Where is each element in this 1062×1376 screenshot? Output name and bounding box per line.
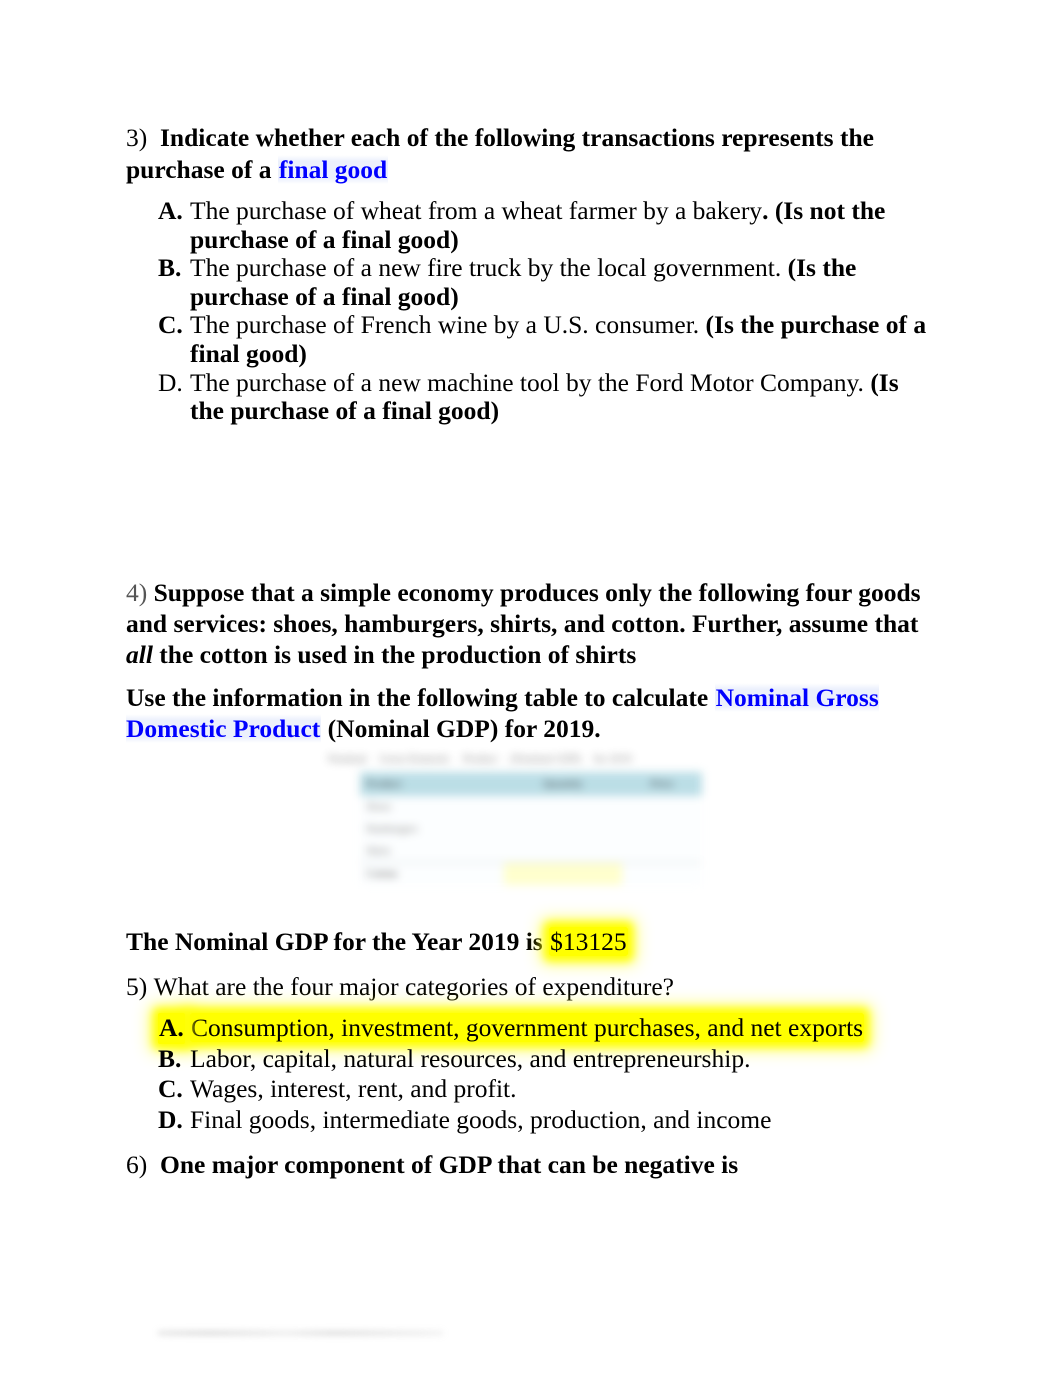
question-6-stem: 6) One major component of GDP that can b… bbox=[126, 1149, 926, 1181]
instruction-lead: Use the information in the following tab… bbox=[126, 683, 715, 712]
answer-value-highlight: $13125 bbox=[549, 927, 628, 956]
table-cell-price bbox=[622, 796, 702, 818]
question-4-stem-italic: all bbox=[126, 640, 153, 669]
table-header-quantity: Quantity bbox=[504, 772, 623, 796]
option-a-text: Consumption, investment, government purc… bbox=[190, 1013, 865, 1042]
option-b[interactable]: B. The purchase of a new fire truck by t… bbox=[158, 253, 938, 311]
option-a[interactable]: A. The purchase of wheat from a wheat fa… bbox=[158, 196, 938, 254]
caption-fragment: Gross Domestic bbox=[379, 752, 451, 765]
question-5-stem-text: What are the four major categories of ex… bbox=[153, 972, 674, 1001]
option-c[interactable]: C. Wages, interest, rent, and profit. bbox=[158, 1074, 918, 1105]
option-d-marker: D. bbox=[158, 1104, 183, 1134]
question-4-stem: 4) Suppose that a simple economy produce… bbox=[126, 577, 926, 670]
question-6-stem-text: One major component of GDP that can be n… bbox=[160, 1150, 739, 1179]
gdp-table-figure: Nominal Gross Domestic Product (Nominal … bbox=[322, 748, 740, 914]
option-d-text: Final goods, intermediate goods, product… bbox=[190, 1104, 772, 1134]
option-a-marker: A. bbox=[158, 1013, 185, 1044]
question-3-number: 3) bbox=[126, 123, 148, 152]
table-header-row: Product Quantity Price bbox=[360, 772, 702, 796]
option-b[interactable]: B. Labor, capital, natural resources, an… bbox=[158, 1044, 918, 1075]
table-row: Cotton bbox=[360, 862, 702, 885]
question-5-options: A. Consumption, investment, government p… bbox=[158, 1013, 918, 1135]
option-b-text: The purchase of a new fire truck by the … bbox=[190, 253, 782, 283]
table-row: Shirts bbox=[360, 840, 702, 863]
option-a[interactable]: A. Consumption, investment, government p… bbox=[158, 1013, 918, 1044]
option-d-marker: D. bbox=[158, 367, 183, 397]
question-4-answer: The Nominal GDP for the Year 2019 is $13… bbox=[126, 926, 926, 958]
question-4-instruction: Use the information in the following tab… bbox=[126, 682, 926, 744]
document-page: 3) Indicate whether each of the followin… bbox=[0, 0, 1062, 1376]
table-row: Hamburgers bbox=[360, 818, 702, 840]
question-6-number: 6) bbox=[126, 1150, 148, 1179]
table-cell-product: Cotton bbox=[360, 862, 505, 885]
question-5-stem: 5) What are the four major categories of… bbox=[126, 971, 926, 1003]
option-d-text: The purchase of a new machine tool by th… bbox=[190, 367, 864, 397]
answer-lead: The Nominal GDP for the Year 2019 is bbox=[126, 927, 550, 956]
option-b-marker: B. bbox=[158, 1043, 182, 1073]
caption-fragment: Nominal bbox=[328, 752, 367, 765]
question-4-stem-part2: the cotton is used in the production of … bbox=[152, 640, 637, 669]
question-3-stem-text: Indicate whether each of the following t… bbox=[126, 123, 874, 184]
option-b-marker: B. bbox=[158, 253, 182, 283]
table-cell-quantity bbox=[504, 862, 623, 885]
option-d[interactable]: D. Final goods, intermediate goods, prod… bbox=[158, 1105, 918, 1136]
question-4-stem-part1: Suppose that a simple economy produces o… bbox=[126, 578, 921, 638]
table-header-price: Price bbox=[622, 772, 702, 796]
option-a-marker: A. bbox=[158, 196, 183, 225]
instruction-tail: (Nominal GDP) for 2019. bbox=[321, 714, 601, 743]
option-d[interactable]: D. The purchase of a new machine tool by… bbox=[158, 367, 938, 426]
page-bottom-artifact bbox=[158, 1331, 443, 1335]
option-c-text: Wages, interest, rent, and profit. bbox=[190, 1074, 517, 1103]
question-5-number: 5) bbox=[126, 972, 148, 1001]
table-cell-quantity bbox=[504, 840, 623, 863]
table-cell-product: Hamburgers bbox=[360, 818, 505, 840]
question-4-number: 4) bbox=[126, 578, 148, 607]
table-cell-quantity bbox=[504, 818, 623, 840]
question-3-highlight-final-good: final good bbox=[277, 155, 389, 184]
option-a-text: The purchase of wheat from a wheat farme… bbox=[190, 196, 763, 225]
table-cell-price bbox=[622, 818, 702, 840]
table-row: Shoes bbox=[360, 796, 702, 818]
table-cell-product: Shirts bbox=[360, 840, 505, 863]
question-3-options: A. The purchase of wheat from a wheat fa… bbox=[158, 196, 938, 426]
option-c-marker: C. bbox=[158, 1074, 183, 1103]
option-b-text: Labor, capital, natural resources, and e… bbox=[190, 1043, 751, 1073]
option-c[interactable]: C. The purchase of French wine by a U.S.… bbox=[158, 311, 938, 368]
table-cell-quantity bbox=[504, 796, 623, 818]
caption-fragment: Product bbox=[463, 752, 498, 765]
gdp-table-caption: Nominal Gross Domestic Product (Nominal … bbox=[328, 751, 734, 766]
option-c-text: The purchase of French wine by a U.S. co… bbox=[190, 310, 700, 340]
table-cell-price bbox=[622, 862, 702, 885]
table-cell-product: Shoes bbox=[360, 796, 505, 818]
table-cell-price bbox=[622, 840, 702, 863]
caption-fragment: for 2019 bbox=[593, 752, 632, 765]
option-c-marker: C. bbox=[158, 310, 183, 340]
caption-fragment: (Nominal GDP) bbox=[510, 752, 581, 765]
gdp-table: Product Quantity Price Shoes Hamburgers bbox=[360, 772, 702, 885]
question-3-stem: 3) Indicate whether each of the followin… bbox=[126, 122, 926, 186]
table-header-product: Product bbox=[360, 772, 505, 796]
